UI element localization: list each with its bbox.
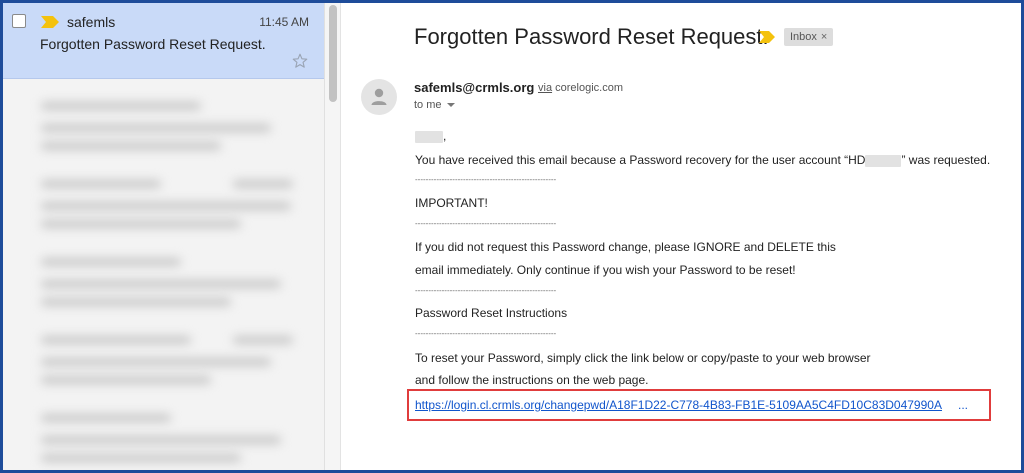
scrollbar-thumb[interactable] [329,5,337,102]
important-heading: IMPORTANT! [415,196,488,210]
ignore-line-2: email immediately. Only continue if you … [415,263,796,277]
greeting-suffix: , [443,129,447,143]
redacted-account-id [865,154,902,167]
via-link[interactable]: via [538,82,552,94]
message-list-scrollbar[interactable] [325,3,341,470]
intro-line: You have received this email because a P… [415,153,990,167]
blurred-message-list [3,80,324,470]
divider-dashes: ----------------------------------------… [415,219,557,228]
recipients-toggle[interactable]: to me [414,99,455,111]
link-highlight-box [407,389,991,421]
importance-marker-icon[interactable] [41,16,59,28]
reset-line-1: To reset your Password, simply click the… [415,351,871,365]
instructions-heading: Password Reset Instructions [415,306,568,320]
ignore-line-1: If you did not request this Password cha… [415,240,836,254]
divider-dashes: ----------------------------------------… [415,175,557,184]
to-me-label: to me [414,99,442,111]
message-subject: Forgotten Password Reset Request. [40,36,266,52]
intro-line-end: ” was requested. [901,153,991,167]
message-time: 11:45 AM [259,15,309,29]
message-sender: safemls [67,14,116,30]
label-chip-text: Inbox [790,31,817,43]
sender-via: via corelogic.com [538,82,623,94]
redacted-name [415,130,443,143]
message-view: Forgotten Password Reset Request. Inbox ×… [342,3,1021,470]
caret-down-icon[interactable] [446,103,455,108]
star-icon[interactable] [291,52,309,70]
reset-line-2: and follow the instructions on the web p… [415,373,649,387]
divider-dashes: ----------------------------------------… [415,286,557,295]
divider-dashes: ----------------------------------------… [415,329,557,338]
intro-line-start: You have received this email because a P… [415,153,866,167]
sender-email: safemls@crmls.org [414,80,535,95]
remove-label-icon[interactable]: × [821,31,827,43]
importance-marker-icon[interactable] [759,31,775,43]
via-domain: corelogic.com [555,82,623,94]
message-title: Forgotten Password Reset Request. [414,24,769,49]
select-checkbox[interactable] [12,14,26,28]
person-icon [361,79,397,115]
label-chip-inbox[interactable]: Inbox × [784,28,834,46]
window-frame: safemls 11:45 AM Forgotten Password Rese… [0,0,1024,473]
greeting-line: , [415,129,446,143]
message-list: safemls 11:45 AM Forgotten Password Rese… [3,3,325,470]
message-row-selected[interactable]: safemls 11:45 AM Forgotten Password Rese… [3,3,324,79]
